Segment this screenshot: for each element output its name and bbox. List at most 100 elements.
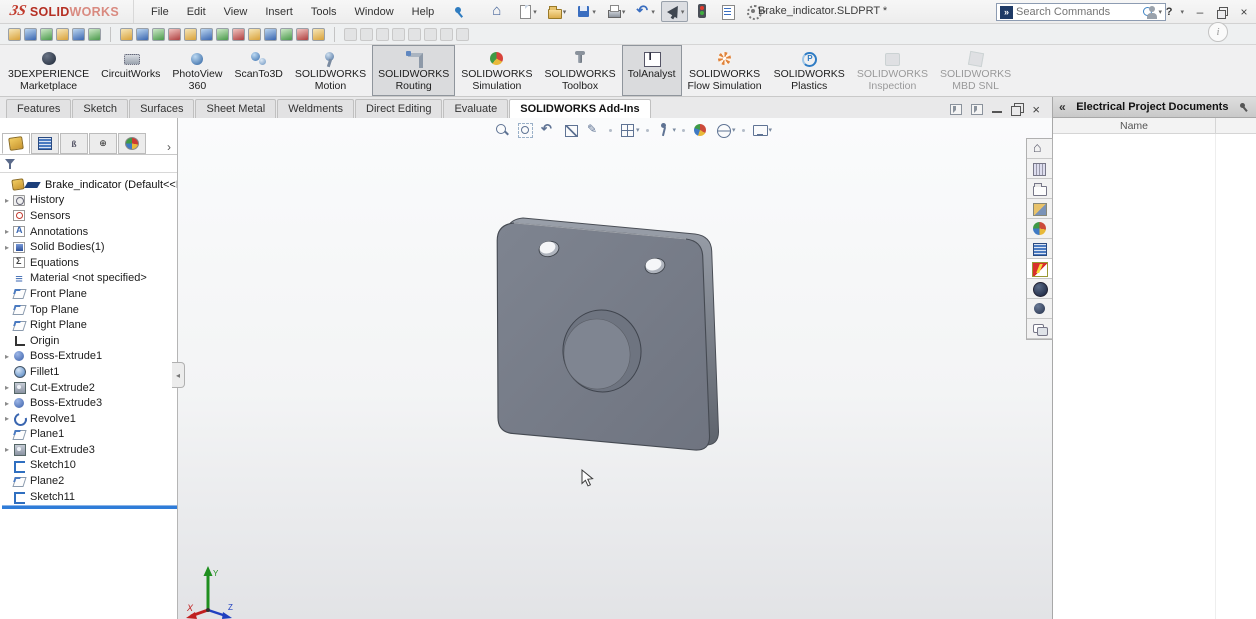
manager-tab[interactable] [31,133,59,154]
manager-tab[interactable]: ß [60,133,88,154]
doc-restore-button[interactable] [1011,103,1025,116]
quick-access-button[interactable]: ▾ [660,1,689,22]
doc-close-button[interactable]: × [1032,103,1040,116]
tree-filter-row[interactable] [0,155,177,173]
tool-icon[interactable] [312,27,325,41]
tool-icon[interactable] [24,27,37,41]
task-pane-tab[interactable] [1027,199,1052,219]
quick-access-button[interactable]: ▾ [631,1,659,22]
quick-access-button[interactable]: ▾ [543,1,571,22]
tool-icon[interactable] [296,27,309,41]
addin-button[interactable]: CircuitWorks [95,45,166,96]
expand-arrow-icon[interactable]: ▸ [2,243,12,252]
tool-icon[interactable] [248,27,261,41]
dropdown-caret[interactable]: ▾ [651,8,655,16]
pin-panel-icon[interactable] [1239,102,1250,113]
task-pane-tab[interactable] [1027,219,1052,239]
commandmanager-tab[interactable]: Sketch [72,99,129,118]
tree-item[interactable]: Fillet1 [2,364,177,380]
expand-arrow-icon[interactable]: ▸ [2,227,12,236]
filter-funnel-icon[interactable] [4,157,17,170]
tree-item[interactable]: Front Plane [2,286,177,302]
task-pane-tab[interactable] [1027,319,1052,339]
tree-item[interactable]: Sensors [2,208,177,224]
expand-arrow-icon[interactable]: ▸ [2,352,12,361]
expand-arrow-icon[interactable]: ▸ [2,399,12,408]
task-pane-tab[interactable] [1027,179,1052,199]
quick-access-button[interactable] [487,1,511,22]
search-commands-box[interactable]: » ▾ [996,3,1166,21]
quick-access-button[interactable] [716,1,740,22]
search-input[interactable] [1016,6,1140,18]
dropdown-caret[interactable]: ▾ [592,8,596,16]
minimize-button[interactable]: – [1192,5,1208,19]
task-pane-tab[interactable] [1027,259,1052,279]
tree-item[interactable]: ▸ Solid Bodies(1) [2,239,177,255]
info-bubble[interactable]: i [1208,22,1228,42]
tool-icon[interactable] [8,27,21,41]
tree-item[interactable]: ▸ Annotations [2,224,177,240]
quick-access-button[interactable]: ▾ [513,1,541,22]
tool-icon[interactable] [200,27,213,41]
graphics-viewport[interactable]: ▾ ▾ ▾ [178,118,1052,619]
expand-arrow-icon[interactable]: ▸ [2,445,12,454]
help-button[interactable]: ? [1166,6,1173,18]
task-pane-tab[interactable] [1027,299,1052,319]
menu-item[interactable]: Edit [178,3,215,21]
dropdown-caret[interactable]: ▾ [533,8,537,16]
expand-arrow-icon[interactable]: ▸ [2,196,12,205]
commandmanager-tab[interactable]: Weldments [277,99,355,118]
doc-minimize-button[interactable] [992,111,1003,113]
tree-item[interactable]: ▸ Cut-Extrude2 [2,380,177,396]
collapse-panel-button[interactable]: « [1059,100,1066,114]
tree-item[interactable]: ▸ History [2,193,177,209]
task-pane-tab[interactable] [1027,139,1052,159]
tree-item[interactable]: Origin [2,333,177,349]
tool-icon[interactable] [232,27,245,41]
column-divider[interactable] [1215,117,1216,134]
quick-access-button[interactable]: ▾ [572,1,600,22]
help-dropdown-caret[interactable]: ▾ [1180,8,1184,16]
addin-button[interactable]: SOLIDWORKS Motion [289,45,372,96]
user-account-icon[interactable] [1145,5,1158,19]
tool-icon[interactable] [264,27,277,41]
commandmanager-tab[interactable]: Surfaces [129,99,195,118]
pane-split-icon[interactable] [950,103,963,115]
expand-arrow-icon[interactable]: ▸ [2,414,12,423]
menu-item[interactable]: File [142,3,178,21]
tool-icon[interactable] [184,27,197,41]
addin-button[interactable]: SOLIDWORKS Plastics [768,45,851,96]
expand-arrow-icon[interactable]: ▸ [2,383,12,392]
commandmanager-tab[interactable]: Features [6,99,72,118]
tool-icon[interactable] [216,27,229,41]
tree-item[interactable]: ▸ Boss-Extrude1 [2,349,177,365]
manager-tab[interactable] [2,133,30,154]
tree-item[interactable]: Right Plane [2,317,177,333]
addin-button[interactable]: SOLIDWORKS Flow Simulation [682,45,768,96]
tree-item[interactable]: ▸ Boss-Extrude3 [2,395,177,411]
commandmanager-tab[interactable]: SOLIDWORKS Add-Ins [509,99,651,118]
tool-icon[interactable] [40,27,53,41]
search-scope-icon[interactable]: » [1000,5,1013,19]
quick-access-button[interactable]: ▾ [602,1,630,22]
pane-split-icon-2[interactable] [971,103,984,115]
brake-indicator-part[interactable] [496,217,720,451]
dropdown-caret[interactable]: ▾ [622,8,626,16]
manager-tab[interactable]: ⊕ [89,133,117,154]
task-pane-tab[interactable] [1027,239,1052,259]
documents-column-header[interactable]: Name [1053,117,1256,134]
tool-icon[interactable] [56,27,69,41]
addin-button[interactable]: SOLIDWORKS MBD SNL [934,45,1017,96]
addin-button[interactable]: SOLIDWORKS Inspection [851,45,934,96]
tab-strip-expand-icon[interactable]: › [167,140,175,154]
task-pane-tab[interactable] [1027,159,1052,179]
addin-button[interactable]: 3DEXPERIENCE Marketplace [2,45,95,96]
task-pane-tab[interactable] [1027,279,1052,299]
quick-access-button[interactable] [690,1,714,22]
tree-item[interactable]: Sketch11 [2,489,177,505]
dropdown-caret[interactable]: ▾ [563,8,567,16]
menu-item[interactable]: Insert [256,3,302,21]
commandmanager-tab[interactable]: Sheet Metal [195,99,277,118]
tool-icon[interactable] [168,27,181,41]
tree-item[interactable]: ▸ Revolve1 [2,411,177,427]
